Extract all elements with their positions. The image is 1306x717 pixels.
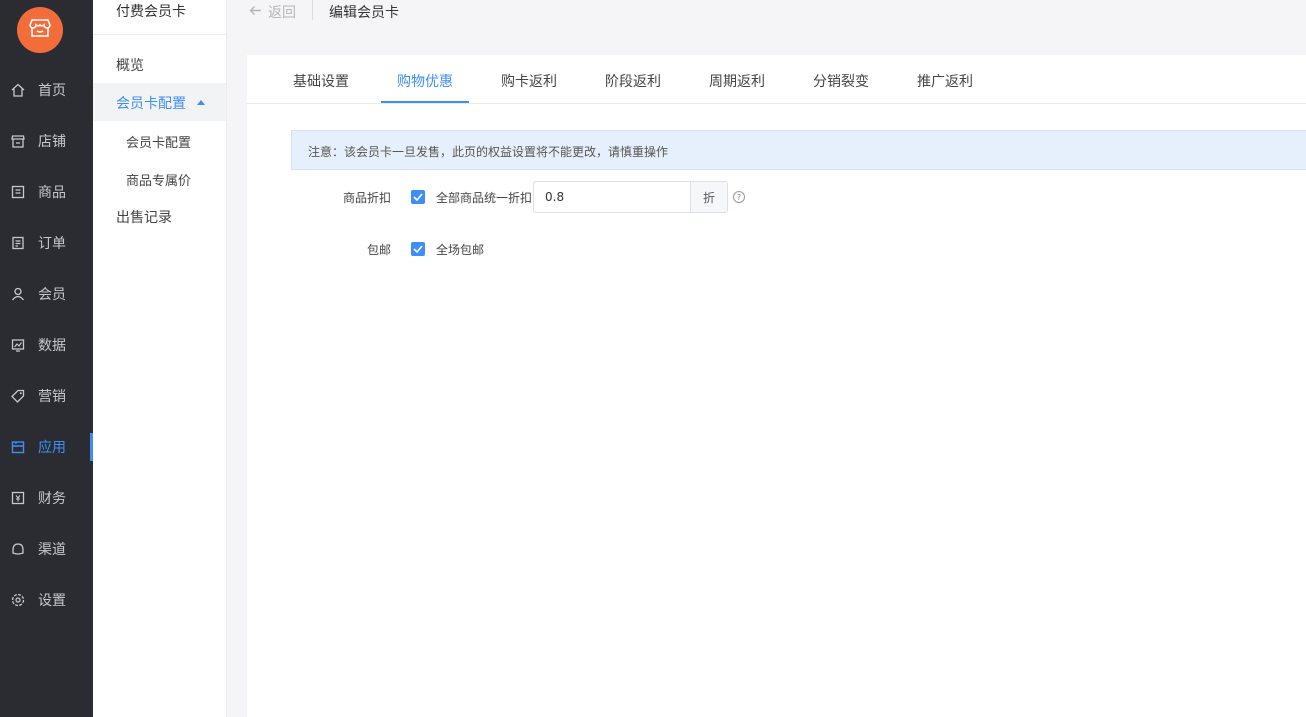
discount-input[interactable] [534,182,690,212]
chart-icon [10,337,26,353]
discount-checkbox-label[interactable]: 全部商品统一折扣 [436,189,532,206]
nav-item-order[interactable]: 订单 [0,223,93,263]
nav-item-member[interactable]: 会员 [0,274,93,314]
tag-icon [10,388,26,404]
subnav-group-label: 会员卡配置 [116,96,186,112]
sub-sidebar: 付费会员卡 概览 会员卡配置 会员卡配置 商品专属价 出售记录 [93,0,227,717]
discount-label: 商品折扣 [342,191,391,205]
user-icon [10,286,26,302]
subnav-item-sales-record[interactable]: 出售记录 [116,207,172,227]
app-icon [10,439,26,455]
tab-bar: 基础设置 购物优惠 购卡返利 阶段返利 周期返利 分销裂变 推广返利 [247,55,1306,104]
tab-distribution[interactable]: 分销裂变 [813,71,869,91]
shipping-checkbox-label[interactable]: 全场包邮 [436,241,484,258]
nav-item-settings[interactable]: 设置 [0,580,93,620]
nav-label: 会员 [38,287,66,303]
back-button[interactable]: 返回 [249,2,296,22]
nav-label: 首页 [38,83,66,99]
home-icon [10,82,26,98]
active-tab-indicator [381,101,469,103]
store-icon [29,18,51,42]
tab-period-rebate[interactable]: 周期返利 [709,71,765,91]
tab-basic-settings[interactable]: 基础设置 [293,71,349,91]
main-sidebar: 首页 店铺 商品 订单 会员 数据 营销 应用 财务 渠道 设置 [0,0,93,717]
nav-label: 店铺 [38,134,66,150]
gear-icon [10,592,26,608]
tab-shopping-discount[interactable]: 购物优惠 [397,71,453,91]
nav-label: 应用 [38,440,66,456]
shipping-label: 包邮 [366,243,391,257]
tab-purchase-rebate[interactable]: 购卡返利 [501,71,557,91]
nav-label: 营销 [38,389,66,405]
nav-item-home[interactable]: 首页 [0,70,93,110]
subnav-child-exclusive-price[interactable]: 商品专属价 [126,170,191,189]
nav-item-finance[interactable]: 财务 [0,478,93,518]
back-label: 返回 [268,5,296,21]
check-icon [413,190,423,205]
notice-banner: 注意：该会员卡一旦发售，此页的权益设置将不能更改，请慎重操作 [291,130,1306,170]
store-logo[interactable] [17,7,63,53]
subnav-item-overview[interactable]: 概览 [116,55,144,75]
discount-input-group: 折 [533,181,728,213]
question-circle-icon[interactable]: ? [733,191,745,203]
arrow-left-icon [249,4,262,20]
nav-label: 订单 [38,236,66,252]
tab-promotion-rebate[interactable]: 推广返利 [917,71,973,91]
nav-label: 设置 [38,593,66,609]
nav-label: 渠道 [38,542,66,558]
subnav-title: 付费会员卡 [116,4,186,20]
nav-item-marketing[interactable]: 营销 [0,376,93,416]
divider [93,34,226,35]
goods-icon [10,184,26,200]
nav-item-app[interactable]: 应用 [0,427,93,467]
shop-icon [10,133,26,149]
content-panel: 基础设置 购物优惠 购卡返利 阶段返利 周期返利 分销裂变 推广返利 注意：该会… [247,55,1306,717]
caret-up-icon [197,100,205,105]
order-icon [10,235,26,251]
nav-label: 商品 [38,185,66,201]
discount-checkbox[interactable] [411,190,425,204]
tab-stage-rebate[interactable]: 阶段返利 [605,71,661,91]
top-bar: 返回 编辑会员卡 [227,0,1306,35]
finance-icon [10,490,26,506]
nav-item-data[interactable]: 数据 [0,325,93,365]
nav-item-shop[interactable]: 店铺 [0,121,93,161]
channel-icon [10,541,26,557]
nav-label: 财务 [38,491,66,507]
subnav-child-card-config[interactable]: 会员卡配置 [126,132,191,151]
check-icon [413,242,423,257]
nav-label: 数据 [38,338,66,354]
divider [312,0,313,20]
subnav-group-card-config[interactable]: 会员卡配置 [93,83,226,121]
nav-item-goods[interactable]: 商品 [0,172,93,212]
page-title: 编辑会员卡 [329,5,399,21]
discount-unit: 折 [690,182,727,212]
shipping-checkbox[interactable] [411,242,425,256]
nav-item-channel[interactable]: 渠道 [0,529,93,569]
